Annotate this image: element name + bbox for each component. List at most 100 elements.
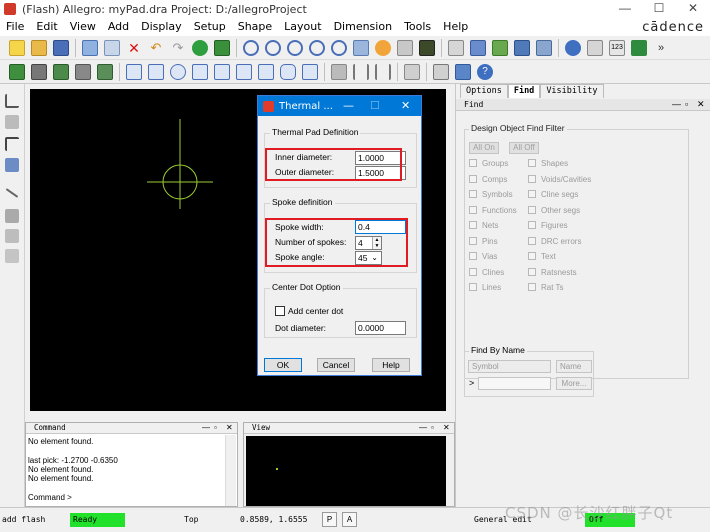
command-minimize-icon[interactable]: — — [202, 423, 210, 433]
world-view-canvas[interactable] — [246, 436, 446, 506]
checkbox[interactable] — [528, 190, 536, 198]
info-icon[interactable] — [565, 39, 581, 56]
menu-dimension[interactable]: Dimension — [328, 18, 398, 36]
filter-figures[interactable]: Figures — [528, 219, 568, 231]
filter-shapes[interactable]: Shapes — [528, 157, 568, 169]
delete-icon[interactable]: ✕ — [126, 40, 142, 56]
find-mode-select[interactable]: Name — [556, 360, 592, 373]
absolute-button[interactable]: A — [342, 512, 357, 527]
menu-shape[interactable]: Shape — [232, 18, 278, 36]
zoom-fit-icon[interactable] — [243, 39, 259, 56]
mail-icon[interactable] — [455, 63, 471, 80]
undo-icon[interactable]: ↶ — [148, 40, 164, 56]
command-close-icon[interactable]: ✕ — [226, 423, 233, 433]
help-button[interactable]: Help — [372, 358, 410, 372]
snapshot-icon[interactable] — [404, 63, 420, 80]
zoom-in-icon[interactable] — [265, 39, 281, 56]
pick-icon[interactable] — [192, 39, 208, 56]
shape-void-icon[interactable] — [258, 63, 274, 80]
checkbox[interactable] — [469, 221, 477, 229]
window-icon[interactable] — [433, 63, 449, 80]
save-icon[interactable] — [53, 39, 69, 56]
checkbox[interactable] — [469, 237, 477, 245]
shape-select-icon[interactable] — [192, 63, 208, 80]
maximize-button[interactable]: ☐ — [642, 0, 676, 18]
layer-mask-icon[interactable] — [53, 63, 69, 80]
menu-display[interactable]: Display — [135, 18, 188, 36]
menu-add[interactable]: Add — [102, 18, 135, 36]
hourglass-icon[interactable] — [631, 39, 647, 56]
filter-lines[interactable]: Lines — [469, 281, 501, 293]
properties-icon[interactable] — [536, 39, 552, 56]
3d-view-icon[interactable] — [375, 39, 391, 56]
add-flash-icon[interactable] — [5, 158, 19, 172]
add-text-icon[interactable] — [5, 229, 19, 243]
filter-pins[interactable]: Pins — [469, 235, 498, 247]
shape-rect-icon[interactable] — [148, 63, 164, 80]
filter-groups[interactable]: Groups — [469, 157, 508, 169]
filter-nets[interactable]: Nets — [469, 219, 498, 231]
filter-cline-segs[interactable]: Cline segs — [528, 188, 578, 200]
menu-setup[interactable]: Setup — [188, 18, 232, 36]
cancel-button[interactable]: Cancel — [317, 358, 355, 372]
numbering-icon[interactable]: 123 — [609, 39, 625, 56]
menu-file[interactable]: File — [0, 18, 30, 36]
menu-view[interactable]: View — [64, 18, 102, 36]
layers-icon[interactable] — [492, 39, 508, 56]
menu-edit[interactable]: Edit — [30, 18, 63, 36]
zoom-previous-icon[interactable] — [331, 39, 347, 56]
command-float-icon[interactable]: ▫ — [214, 423, 217, 433]
view-minimize-icon[interactable]: — — [419, 423, 427, 433]
camera-icon[interactable] — [397, 39, 413, 56]
shape-circle-icon[interactable] — [170, 63, 186, 80]
filter-clines[interactable]: Clines — [469, 266, 504, 278]
view-close-icon[interactable]: ✕ — [443, 423, 450, 433]
open-folder-icon[interactable] — [31, 39, 47, 56]
panel-close-icon[interactable]: ✕ — [697, 99, 705, 110]
checkbox[interactable] — [528, 252, 536, 260]
dialog-minimize-button[interactable]: — — [343, 99, 354, 112]
move-icon[interactable] — [82, 39, 98, 56]
new-file-icon[interactable] — [9, 39, 25, 56]
checkbox[interactable] — [469, 190, 477, 198]
zoom-world-icon[interactable] — [309, 39, 325, 56]
dimension-vertical-icon[interactable] — [375, 63, 391, 80]
checkbox[interactable] — [469, 159, 477, 167]
tab-find[interactable]: Find — [507, 84, 541, 98]
panel-float-icon[interactable]: ▫ — [685, 99, 688, 110]
all-on-button[interactable]: All On — [469, 142, 499, 154]
add-center-dot-checkbox[interactable] — [275, 306, 285, 316]
checkbox[interactable] — [469, 175, 477, 183]
checkbox[interactable] — [469, 268, 477, 276]
redraw-icon[interactable] — [353, 39, 369, 56]
checkbox[interactable] — [528, 175, 536, 183]
copy-icon[interactable] — [104, 39, 120, 56]
filter-ratsnests[interactable]: Ratsnests — [528, 266, 577, 278]
redo-icon[interactable]: ↷ — [170, 40, 186, 56]
checkbox[interactable] — [528, 268, 536, 276]
add-diagonal-line-icon[interactable] — [5, 188, 19, 198]
filter-rat-ts[interactable]: Rat Ts — [528, 281, 564, 293]
filter-comps[interactable]: Comps — [469, 173, 507, 185]
add-shape-icon[interactable] — [5, 249, 19, 263]
filter-vias[interactable]: Vias — [469, 250, 497, 262]
menu-tools[interactable]: Tools — [398, 18, 437, 36]
add-line-icon[interactable] — [5, 94, 19, 108]
dot-diameter-input[interactable]: 0.0000 — [355, 321, 406, 335]
visibility-icon[interactable] — [514, 39, 530, 56]
layer-bottom-icon[interactable] — [31, 63, 47, 80]
layer-paste-icon[interactable] — [75, 63, 91, 80]
add-filled-rect-icon[interactable] — [5, 209, 19, 223]
add-polyline-icon[interactable] — [5, 137, 19, 151]
checkbox[interactable] — [528, 283, 536, 291]
checkbox[interactable] — [469, 206, 477, 214]
find-name-input[interactable] — [478, 377, 551, 390]
shape-line-icon[interactable] — [126, 63, 142, 80]
dimension-horizontal-icon[interactable] — [353, 63, 369, 80]
filter-symbols[interactable]: Symbols — [469, 188, 513, 200]
command-prompt-input[interactable]: Command > — [28, 493, 72, 502]
shape-edit-icon[interactable] — [214, 63, 230, 80]
pin-icon[interactable] — [214, 39, 230, 56]
layer-silk-icon[interactable] — [97, 63, 113, 80]
tab-options[interactable]: Options — [460, 84, 508, 98]
